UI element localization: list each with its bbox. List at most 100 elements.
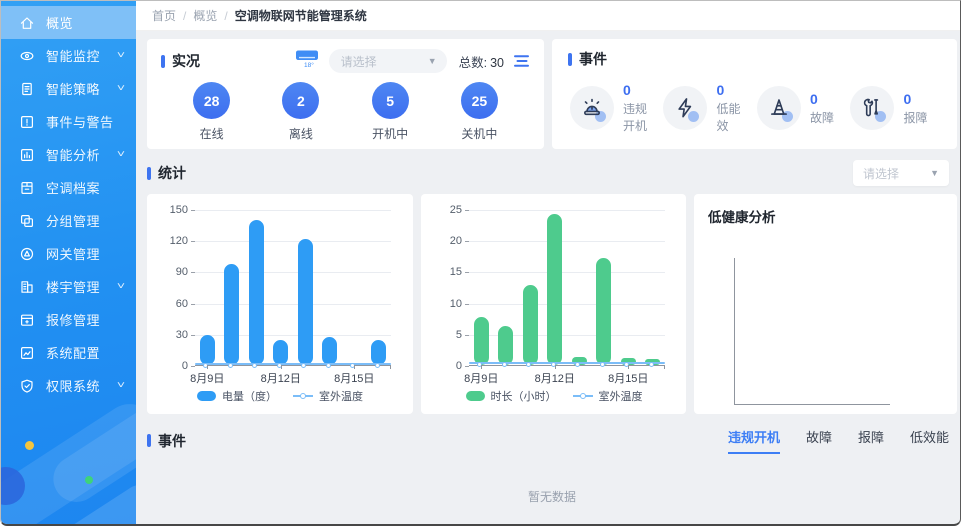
health-analysis-card: 低健康分析 [694, 194, 957, 414]
filter-icon[interactable] [514, 54, 530, 68]
stats-section-title-text: 统计 [158, 163, 186, 183]
y-tick-mark [465, 366, 469, 367]
bar [273, 340, 288, 365]
content: 实况 18° 请选择 ▼ [136, 31, 960, 505]
legend-line-marker [293, 395, 313, 397]
siren-icon [570, 86, 614, 130]
stat-circle: 28 [193, 82, 230, 119]
legend-swatch [466, 391, 485, 401]
line-marker [502, 362, 507, 367]
sidebar-decor-dot-green [85, 476, 93, 484]
events-section-title-text: 事件 [158, 431, 186, 451]
sidebar-item-12[interactable]: 权限系统˅ [1, 369, 136, 402]
legend-line-marker [573, 395, 593, 397]
bar [249, 220, 264, 365]
air-conditioner-icon[interactable]: 18° [295, 49, 319, 73]
stat-circle: 25 [461, 82, 498, 119]
event-count: 0 [716, 82, 752, 98]
events-panel-title-text: 事件 [579, 49, 607, 69]
sidebar: 概览 智能监控˅ 智能策略˅ 事件与警告 智能分析˅ 空调档案 分组管理 网关管… [1, 1, 136, 524]
line-marker [252, 363, 257, 368]
gridline [469, 210, 665, 211]
x-tick-mark [555, 365, 556, 369]
sidebar-item-2[interactable]: 智能监控˅ [1, 39, 136, 72]
gridline [195, 210, 391, 211]
bar [547, 214, 562, 365]
event-label: 违规开机 [623, 100, 659, 134]
app-window: 概览 智能监控˅ 智能策略˅ 事件与警告 智能分析˅ 空调档案 分组管理 网关管… [0, 0, 961, 526]
sidebar-item-label: 分组管理 [46, 211, 124, 230]
y-tick-mark [191, 304, 195, 305]
plot-area: 05101520258月9日8月12日8月15日 [469, 210, 665, 366]
tab-低效能[interactable]: 低效能 [910, 427, 949, 454]
x-tick-label: 8月9日 [464, 370, 498, 386]
sidebar-item-6[interactable]: 空调档案 [1, 171, 136, 204]
sidebar-item-3[interactable]: 智能策略˅ [1, 72, 136, 105]
bar [200, 335, 215, 365]
breadcrumb-link[interactable]: 首页 [152, 9, 176, 23]
live-stat: 5 开机中 [372, 82, 409, 142]
stat-label: 开机中 [372, 125, 408, 142]
sidebar-item-10[interactable]: 报修管理 [1, 303, 136, 336]
home-icon [19, 15, 35, 31]
sidebar-item-9[interactable]: 楼宇管理˅ [1, 270, 136, 303]
legend-label: 电量（度） [222, 388, 277, 404]
x-tick-mark [628, 365, 629, 369]
bar [474, 317, 489, 365]
live-stat: 28 在线 [193, 82, 230, 142]
stats-select[interactable]: 请选择 ▼ [853, 160, 949, 186]
sidebar-item-8[interactable]: 网关管理 [1, 237, 136, 270]
y-tick-mark [191, 366, 195, 367]
breadcrumb-current: 空调物联网节能管理系统 [235, 9, 367, 23]
alert-icon [19, 114, 35, 130]
sidebar-item-5[interactable]: 智能分析˅ [1, 138, 136, 171]
legend-label: 室外温度 [599, 388, 643, 404]
total-count: 总数:30 [459, 52, 504, 71]
stat-circle: 2 [282, 82, 319, 119]
bar [298, 239, 313, 365]
sidebar-item-label: 网关管理 [46, 244, 124, 263]
energy-chart-card: 03060901201508月9日8月12日8月15日电量（度）室外温度 [147, 194, 413, 414]
event-label: 故障 [810, 109, 834, 126]
y-tick-mark [465, 272, 469, 273]
sidebar-item-label: 权限系统 [46, 376, 118, 395]
stat-label: 在线 [200, 125, 224, 142]
x-tick-label: 8月12日 [535, 370, 575, 386]
monitor-icon [19, 48, 35, 64]
main-area: 首页/概览/空调物联网节能管理系统 实况 [136, 1, 960, 524]
live-panel: 实况 18° 请选择 ▼ [147, 39, 544, 149]
svg-text:18°: 18° [304, 61, 314, 68]
bar [322, 337, 337, 365]
line-marker [575, 362, 580, 367]
sidebar-item-4[interactable]: 事件与警告 [1, 105, 136, 138]
event-count: 0 [810, 91, 834, 107]
legend: 电量（度）室外温度 [163, 388, 397, 404]
empty-state-text: 暂无数据 [147, 488, 957, 505]
sidebar-item-1[interactable]: 概览 [1, 6, 136, 39]
breadcrumb-separator: / [183, 9, 186, 23]
stat-label: 关机中 [461, 125, 497, 142]
gateway-icon [19, 246, 35, 262]
tab-报障[interactable]: 报障 [858, 427, 884, 454]
breadcrumb-link[interactable]: 概览 [193, 9, 217, 23]
legend-item: 时长（小时） [466, 388, 557, 404]
title-accent-bar [568, 53, 572, 66]
health-analysis-title: 低健康分析 [708, 206, 943, 226]
sidebar-item-7[interactable]: 分组管理 [1, 204, 136, 237]
empty-chart-axes [734, 258, 890, 405]
gridline [469, 272, 665, 273]
x-tick-label: 8月15日 [334, 370, 374, 386]
bar [596, 258, 611, 365]
settings-icon [19, 345, 35, 361]
device-select[interactable]: 请选择 ▼ [329, 49, 447, 73]
tab-违规开机[interactable]: 违规开机 [728, 427, 780, 454]
strategy-icon [19, 81, 35, 97]
chevron-down-icon: ▼ [930, 168, 939, 178]
tab-故障[interactable]: 故障 [806, 427, 832, 454]
device-select-placeholder: 请选择 [341, 53, 377, 70]
title-accent-bar [147, 167, 151, 180]
sidebar-item-11[interactable]: 系统配置 [1, 336, 136, 369]
legend-item: 室外温度 [573, 388, 643, 404]
legend: 时长（小时） 室外温度 [437, 388, 671, 404]
x-axis-end-tick [664, 365, 665, 369]
